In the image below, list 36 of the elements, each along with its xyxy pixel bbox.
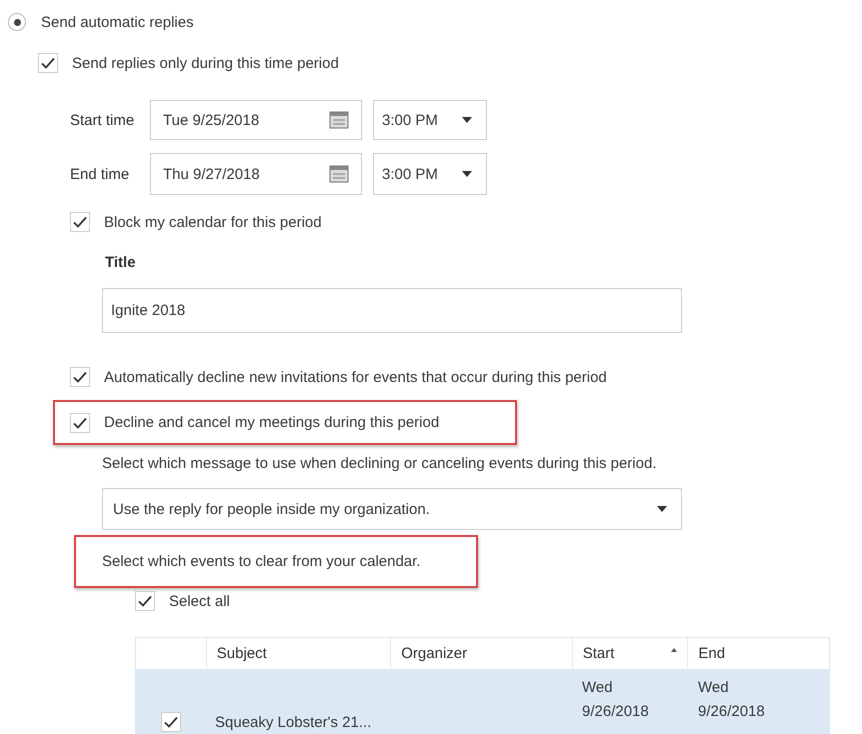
table-cell: Wed bbox=[582, 679, 613, 696]
checkbox[interactable] bbox=[135, 591, 155, 611]
dropdown-arrow-icon bbox=[462, 117, 472, 123]
checkbox[interactable] bbox=[70, 367, 90, 387]
checkbox-label: Select all bbox=[169, 592, 230, 610]
message-dropdown[interactable]: Use the reply for people inside my organization. bbox=[102, 488, 682, 530]
radio-button[interactable] bbox=[8, 13, 26, 31]
table-cell: 9/26/2018 bbox=[698, 703, 765, 720]
dropdown-arrow-icon bbox=[462, 171, 472, 177]
checkbox[interactable] bbox=[70, 412, 90, 432]
instruction-text: Select which events to clear from your calendar. bbox=[102, 553, 420, 570]
field-label: Title bbox=[105, 254, 136, 270]
calendar-icon[interactable] bbox=[329, 111, 349, 129]
time-dropdown[interactable]: 3:00 PM bbox=[373, 153, 487, 195]
table-cell: Squeaky Lobster's 21... bbox=[215, 714, 372, 730]
checkbox-label: Send replies only during this time period bbox=[72, 54, 339, 72]
time-dropdown[interactable]: 3:00 PM bbox=[373, 100, 487, 140]
checkbox[interactable] bbox=[70, 212, 90, 232]
table-cell: Wed bbox=[698, 679, 729, 696]
checkbox[interactable] bbox=[38, 53, 58, 73]
radio-label: Send automatic replies bbox=[41, 14, 194, 30]
title-field[interactable]: Ignite 2018 bbox=[102, 288, 682, 333]
checkbox-label: Automatically decline new invitations for events that occur during this period bbox=[104, 368, 607, 386]
checkbox-label: Decline and cancel my meetings during this period bbox=[104, 414, 440, 431]
field-label: End time bbox=[70, 166, 130, 182]
instruction-text: Select which message to use when declining or canceling events during this period. bbox=[102, 454, 656, 472]
table-cell: 9/26/2018 bbox=[582, 703, 649, 720]
date-field[interactable]: Thu 9/27/2018 bbox=[150, 153, 362, 195]
date-field[interactable]: Tue 9/25/2018 bbox=[150, 100, 362, 140]
sort-caret-icon bbox=[671, 648, 678, 652]
calendar-icon[interactable] bbox=[329, 165, 349, 183]
dropdown-arrow-icon bbox=[657, 506, 667, 512]
checkbox[interactable] bbox=[161, 712, 181, 732]
checkbox-label: Block my calendar for this period bbox=[104, 214, 322, 230]
field-label: Start time bbox=[70, 112, 136, 128]
table-row[interactable]: Squeaky Lobster's 21... Wed 9/26/2018 Wed 9/26/2018 bbox=[135, 669, 830, 734]
